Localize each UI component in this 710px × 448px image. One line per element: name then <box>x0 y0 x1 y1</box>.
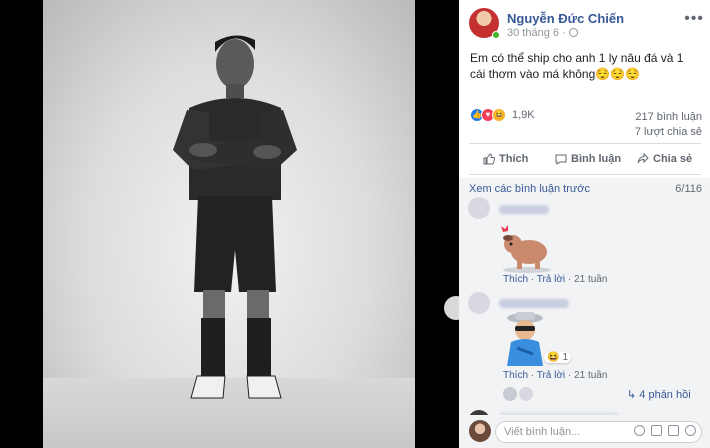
post-timestamp[interactable]: 30 tháng 6 · <box>507 27 578 39</box>
share-button[interactable]: Chia sẻ <box>637 149 692 169</box>
reaction-count: 1,9K <box>512 109 535 121</box>
thumbs-up-icon <box>483 153 495 165</box>
share-stat[interactable]: 7 lượt chia sẻ <box>635 125 702 140</box>
commenter-name[interactable] <box>499 205 549 214</box>
comments-section: Xem các bình luận trước 6/116 Thích · Tr… <box>459 178 710 448</box>
emoji-icon[interactable] <box>634 425 645 436</box>
replies-count: 4 phản hồi <box>639 389 691 401</box>
view-replies-link[interactable]: ↳ 4 phản hồi <box>627 388 691 401</box>
commenter-avatar[interactable] <box>468 197 490 219</box>
online-status-icon <box>492 31 500 39</box>
gif-icon[interactable] <box>668 425 679 436</box>
player-photo[interactable] <box>43 0 415 448</box>
comment-reply-link[interactable]: Trả lời <box>537 274 565 285</box>
comment-reaction-badge[interactable]: 😆 1 <box>544 352 572 363</box>
post-stats: 217 bình luận 7 lượt chia sẻ <box>635 110 702 140</box>
author-name[interactable]: Nguyễn Đức Chiến <box>507 11 624 26</box>
globe-icon <box>568 28 578 37</box>
comment-reply-link[interactable]: Trả lời <box>537 370 565 381</box>
share-arrow-icon <box>637 153 649 164</box>
player-figure <box>173 35 297 399</box>
comment-label: Bình luận <box>571 153 622 165</box>
post-text: Em có thể ship cho anh 1 ly nâu đá và 1 … <box>470 51 684 81</box>
more-options-icon[interactable]: ••• <box>684 10 704 28</box>
sticker-icon[interactable] <box>685 425 696 436</box>
divider <box>469 174 701 175</box>
view-previous-comments-link[interactable]: Xem các bình luận trước <box>469 183 590 195</box>
comment-composer: Viết bình luận... <box>459 415 710 448</box>
comment-counter: 6/116 <box>675 183 702 195</box>
like-button[interactable]: Thích <box>483 149 528 169</box>
camera-icon[interactable] <box>651 425 662 436</box>
comment-button[interactable]: Bình luận <box>555 149 621 169</box>
current-user-avatar <box>469 420 491 442</box>
reply-avatar[interactable] <box>503 387 517 401</box>
comment-meta: Thích · Trả lời · 21 tuần <box>503 370 608 381</box>
post-header: Nguyễn Đức Chiến 30 tháng 6 · ••• <box>469 8 704 40</box>
speech-bubble-icon <box>555 154 567 165</box>
share-label: Chia sẻ <box>653 153 693 165</box>
divider <box>469 143 701 144</box>
post-actions: Thích Bình luận Chia sẻ <box>469 149 701 169</box>
comment-stat[interactable]: 217 bình luận <box>635 110 702 125</box>
comment-meta: Thích · Trả lời · 21 tuần <box>503 274 608 285</box>
haha-reaction-icon: 😆 <box>547 352 560 363</box>
reply-avatar[interactable] <box>519 387 533 401</box>
comment-time[interactable]: 21 tuần <box>574 370 607 381</box>
comment-like-link[interactable]: Thích <box>503 274 528 285</box>
comment-time[interactable]: 21 tuần <box>574 274 607 285</box>
photo-viewer <box>0 0 468 448</box>
haha-reaction-icon: 😆 <box>492 108 506 122</box>
comment-reaction-count: 1 <box>562 352 569 363</box>
comment-like-link[interactable]: Thích <box>503 370 528 381</box>
timestamp-text: 30 tháng 6 · <box>507 27 566 39</box>
composer-icons <box>634 425 696 436</box>
like-label: Thích <box>499 153 529 165</box>
reply-arrow-icon: ↳ <box>627 389 640 401</box>
commenter-avatar[interactable] <box>468 292 490 314</box>
dog-sticker[interactable] <box>497 222 555 274</box>
post-panel: Nguyễn Đức Chiến 30 tháng 6 · ••• Em có … <box>459 0 710 448</box>
commenter-name[interactable] <box>499 299 569 308</box>
